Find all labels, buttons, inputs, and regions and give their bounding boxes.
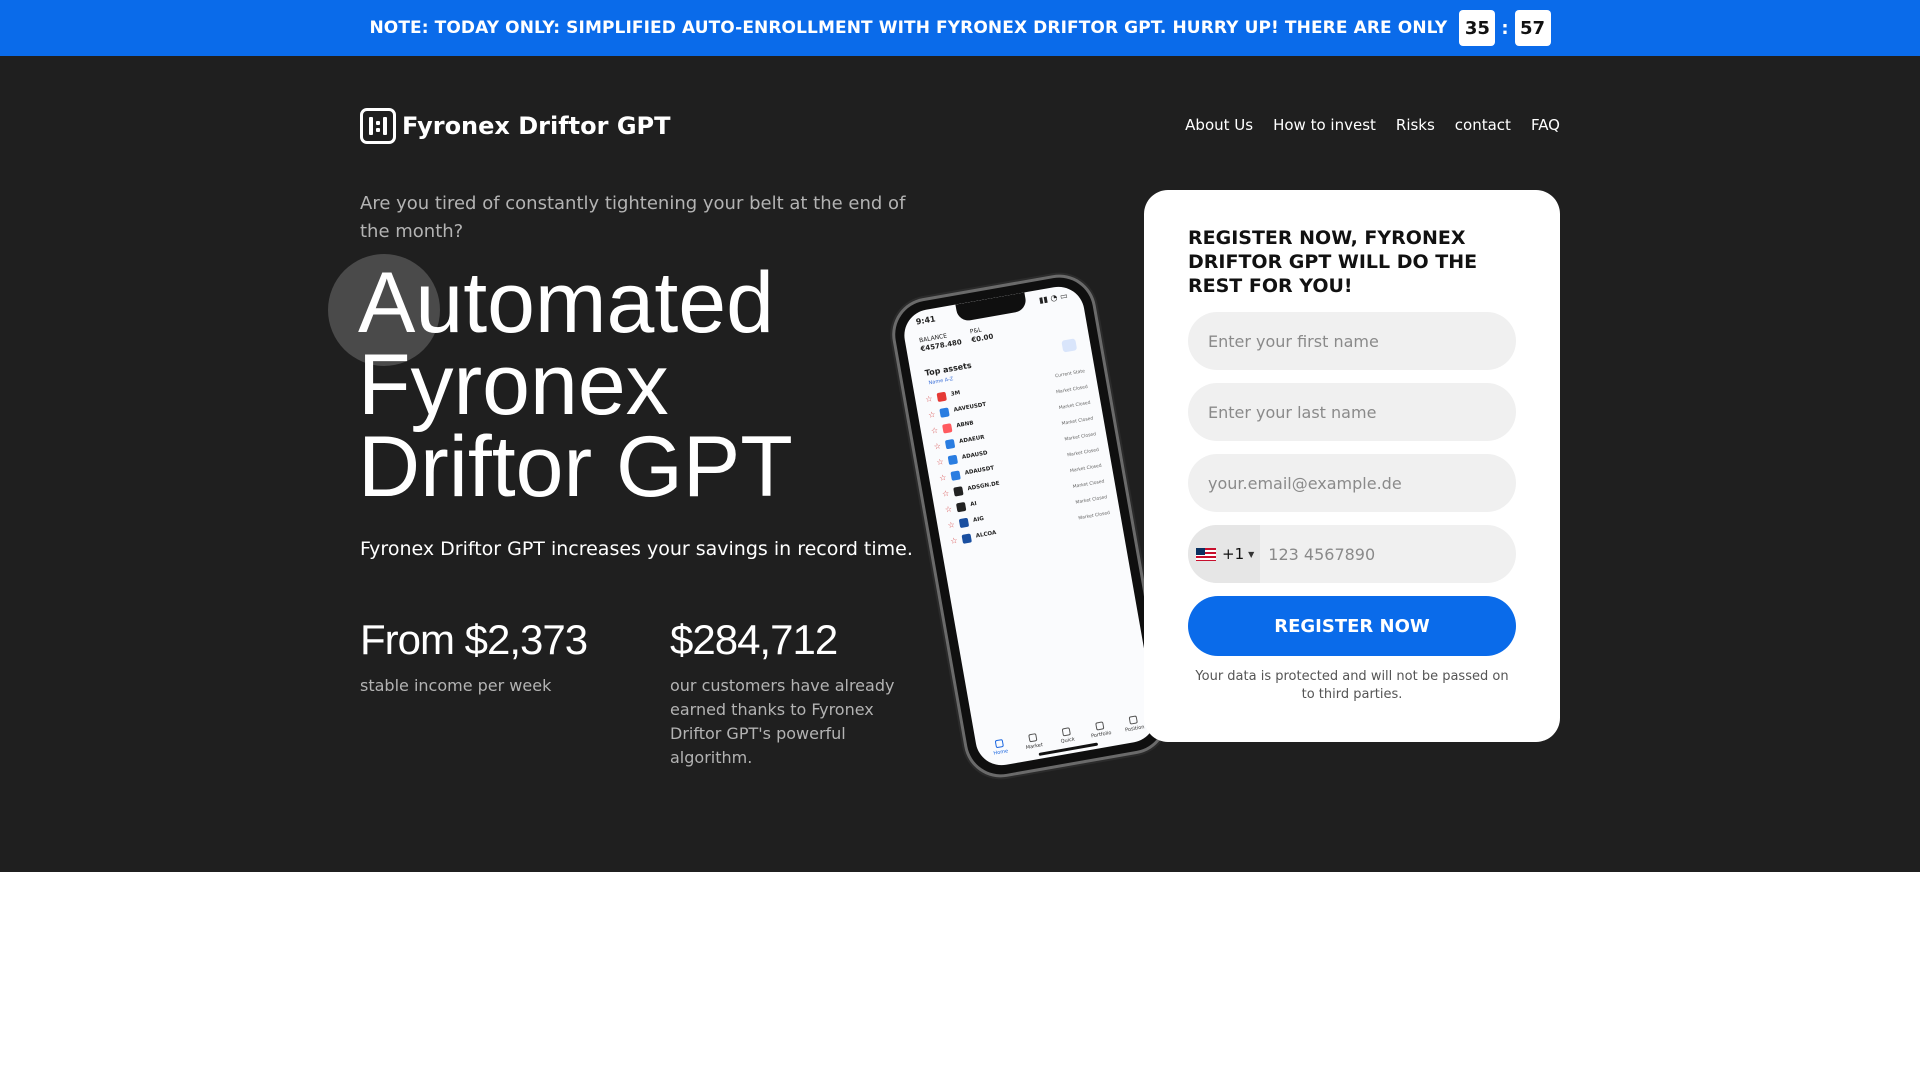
- timer-minutes: 35: [1459, 10, 1496, 46]
- main-nav: About Us How to invest Risks contact FAQ: [1185, 116, 1560, 134]
- tab-icon: [1028, 733, 1038, 743]
- timer-separator: :: [1501, 17, 1509, 39]
- top-assets-title: Top assets: [924, 360, 973, 378]
- nav-contact[interactable]: contact: [1455, 116, 1511, 134]
- phone-screen: 9:41 ▮▮ ◔ ▭ BALANCE €4578.480 P&L €0.00 To…: [900, 282, 1160, 770]
- asset-status: Market Closed: [1058, 400, 1091, 411]
- country-code-select[interactable]: +1 ▼: [1188, 525, 1261, 583]
- nav-faq[interactable]: FAQ: [1531, 116, 1560, 134]
- last-name-field[interactable]: [1188, 383, 1516, 441]
- phone-tab-market[interactable]: Market: [1017, 731, 1049, 752]
- promo-text: NOTE: TODAY ONLY: SIMPLIFIED AUTO-ENROLL…: [369, 18, 1448, 38]
- asset-icon: [939, 406, 950, 418]
- hero-subline: Fyronex Driftor GPT increases your savin…: [360, 538, 913, 560]
- asset-icon: [944, 438, 956, 449]
- hero-tagline: Are you tired of constantly tightening y…: [360, 193, 906, 242]
- phone-mockup: 9:41 ▮▮ ◔ ▭ BALANCE €4578.480 P&L €0.00 To…: [889, 272, 1171, 780]
- asset-list: ☆ 3M Current State ☆ AAVEUSDT Market Closed ☆ A…: [924, 363, 1111, 549]
- phone-number-field[interactable]: [1260, 525, 1516, 583]
- tab-icon: [1061, 727, 1071, 737]
- phone-tabbar: Home Market Quick Portfolio Position: [984, 713, 1150, 758]
- privacy-note: Your data is protected and will not be p…: [1195, 669, 1509, 702]
- asset-status: Market Closed: [1066, 447, 1100, 458]
- asset-icon: [947, 454, 958, 465]
- stat-value: From $2,373: [360, 616, 588, 663]
- timer-seconds: 57: [1514, 10, 1551, 46]
- stat-weekly-income: From $2,373 stable income per week: [360, 616, 600, 698]
- email-field[interactable]: [1188, 454, 1516, 512]
- asset-status: Market Closed: [1069, 463, 1103, 474]
- asset-icon: [936, 391, 947, 402]
- tab-label: Market: [1025, 742, 1044, 752]
- hero-section: Fyronex Driftor GPT About Us How to inve…: [0, 56, 1920, 872]
- site-logo[interactable]: Fyronex Driftor GPT: [360, 108, 671, 144]
- asset-status: Market Closed: [1061, 415, 1094, 427]
- asset-status: Market Closed: [1064, 431, 1097, 443]
- phone-time: 9:41: [915, 314, 937, 327]
- chevron-down-icon: ▼: [1248, 549, 1255, 559]
- nav-risks[interactable]: Risks: [1396, 116, 1435, 134]
- stat-value: $284,712: [670, 616, 838, 663]
- phone-field-group: +1 ▼: [1188, 525, 1516, 583]
- nav-how-to-invest[interactable]: How to invest: [1273, 116, 1376, 134]
- tab-icon: [1095, 721, 1105, 731]
- stat-description: stable income per week: [360, 676, 552, 695]
- promo-banner: NOTE: TODAY ONLY: SIMPLIFIED AUTO-ENROLL…: [0, 0, 1920, 56]
- asset-status: Market Closed: [1055, 384, 1089, 395]
- phone-tab-home[interactable]: Home: [984, 737, 1016, 758]
- headline-line-3: Driftor GPT: [358, 419, 793, 515]
- hero-headline: Automated Fyronex Driftor GPT: [358, 255, 878, 515]
- asset-icon: [958, 517, 970, 528]
- logo-icon: [360, 108, 396, 144]
- signal-icon: ▮▮ ◔ ▭: [1038, 291, 1069, 305]
- country-code: +1: [1222, 545, 1245, 563]
- tab-icon: [994, 738, 1004, 749]
- form-title: REGISTER NOW, FYRONEX DRIFTOR GPT WILL D…: [1188, 227, 1478, 297]
- filter-icon: [1061, 338, 1078, 353]
- phone-tab-portfolio[interactable]: Portfolio: [1084, 719, 1116, 740]
- logo-text: Fyronex Driftor GPT: [402, 112, 671, 140]
- asset-icon: [961, 532, 972, 544]
- tab-label: Portfolio: [1090, 730, 1112, 740]
- asset-icon: [953, 485, 964, 497]
- stat-description: our customers have already earned thanks…: [670, 676, 895, 767]
- headline-line-2: Fyronex: [358, 337, 669, 433]
- asset-icon: [941, 422, 953, 434]
- nav-about-us[interactable]: About Us: [1185, 116, 1253, 134]
- asset-icon: [950, 469, 961, 481]
- phone-tab-quick[interactable]: Quick: [1051, 725, 1083, 746]
- stat-total-earned: $284,712 our customers have already earn…: [670, 616, 910, 770]
- asset-status: Market Closed: [1077, 510, 1111, 521]
- headline-line-1: Automated: [358, 255, 774, 351]
- us-flag-icon: [1196, 547, 1216, 561]
- first-name-field[interactable]: [1188, 312, 1516, 370]
- register-button[interactable]: REGISTER NOW: [1188, 596, 1516, 656]
- asset-status: Current State: [1054, 368, 1086, 379]
- countdown-timer: 35 : 57: [1459, 10, 1551, 46]
- tab-label: Quick: [1060, 736, 1076, 745]
- tab-label: Position: [1124, 724, 1145, 734]
- asset-status: Market Closed: [1072, 478, 1105, 490]
- asset-status: Market Closed: [1075, 494, 1108, 506]
- sort-label: Name A-Z: [928, 376, 954, 387]
- tab-icon: [1128, 715, 1138, 725]
- asset-icon: [955, 501, 967, 512]
- register-form-card: REGISTER NOW, FYRONEX DRIFTOR GPT WILL D…: [1144, 190, 1560, 742]
- tab-label: Home: [993, 748, 1009, 757]
